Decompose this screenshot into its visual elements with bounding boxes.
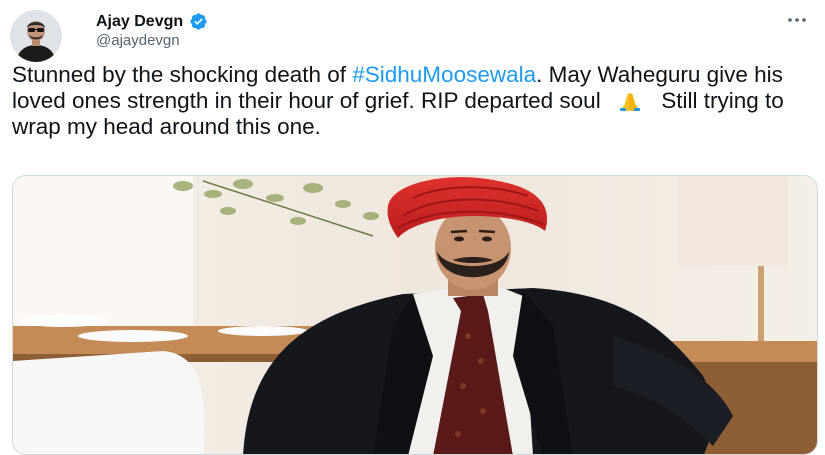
author-display-name[interactable]: Ajay Devgn bbox=[96, 13, 183, 31]
more-horizontal-icon[interactable] bbox=[785, 10, 809, 30]
tweet-photo[interactable] bbox=[12, 175, 818, 455]
tweet-text-part-1: Stunned by the shocking death of bbox=[12, 62, 353, 87]
tweet-card: Ajay Devgn @ajaydevgn Stunned by the sho… bbox=[0, 0, 825, 455]
author-name-row: Ajay Devgn bbox=[96, 12, 208, 31]
folded-hands-emoji-icon bbox=[611, 88, 649, 112]
author-handle[interactable]: @ajaydevgn bbox=[96, 32, 180, 49]
hashtag-link[interactable]: #SidhuMoosewala bbox=[352, 62, 536, 87]
tweet-text: Stunned by the shocking death of #SidhuM… bbox=[12, 62, 817, 140]
verified-badge-icon bbox=[189, 12, 208, 31]
avatar[interactable] bbox=[10, 10, 62, 62]
